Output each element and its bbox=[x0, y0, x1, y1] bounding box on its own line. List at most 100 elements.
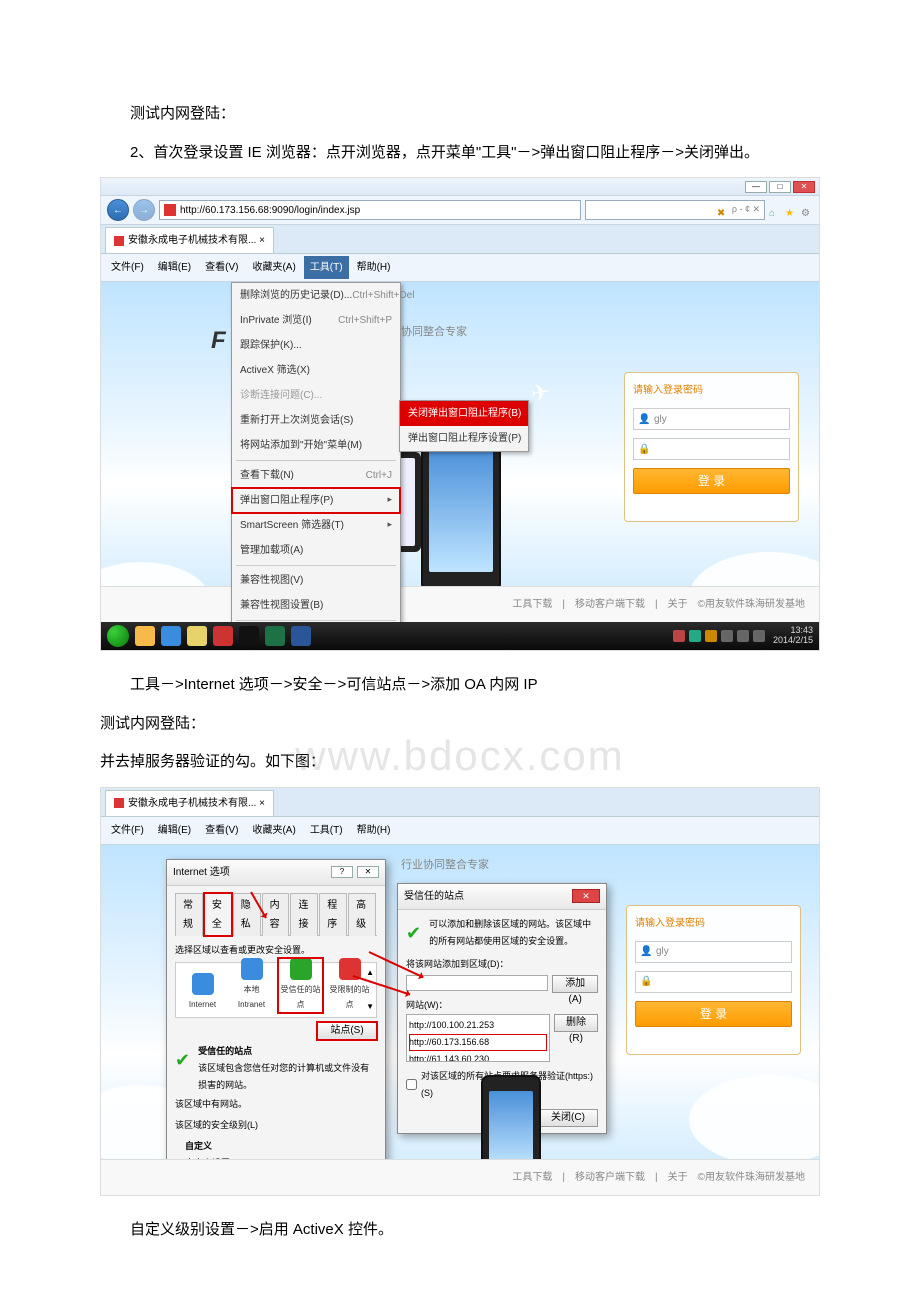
menu-tools[interactable]: 工具(T) bbox=[304, 819, 349, 842]
tab-security[interactable]: 安全 bbox=[204, 893, 232, 936]
search-box[interactable]: ✖ ρ - ¢ ✕ bbox=[585, 200, 765, 220]
maximize-button[interactable]: □ bbox=[769, 181, 791, 193]
close-button[interactable]: ✕ bbox=[572, 889, 600, 903]
home-icon[interactable]: ⌂ bbox=[769, 204, 781, 216]
tools-menu-item[interactable]: ActiveX 筛选(X) bbox=[232, 358, 400, 383]
tools-menu-item[interactable]: 删除浏览的历史记录(D)...Ctrl+Shift+Del bbox=[232, 283, 400, 308]
tab-connections[interactable]: 连接 bbox=[290, 893, 318, 936]
page-tagline: 协同整合专家 bbox=[401, 322, 467, 343]
trusted-intro: 可以添加和删除该区域的网站。该区域中的所有网站都使用区域的安全设置。 bbox=[429, 916, 598, 950]
username-input[interactable]: 👤 gly bbox=[633, 408, 790, 430]
paragraph: 测试内网登陆： bbox=[100, 710, 860, 739]
list-item[interactable]: http://61.143.60.230 bbox=[409, 1054, 489, 1062]
globe-icon bbox=[241, 958, 263, 980]
tools-dropdown: 删除浏览的历史记录(D)...Ctrl+Shift+DelInPrivate 浏… bbox=[231, 282, 401, 622]
footer-link[interactable]: 移动客户端下载 bbox=[575, 595, 645, 614]
checkbox-icon[interactable] bbox=[406, 1079, 417, 1090]
tools-menu-item[interactable]: 管理加载项(A) bbox=[232, 538, 400, 563]
address-bar[interactable]: http://60.173.156.68:9090/login/index.js… bbox=[159, 200, 581, 220]
tray-icon[interactable] bbox=[721, 630, 733, 642]
username-input[interactable]: 👤 gly bbox=[635, 941, 792, 963]
login-button[interactable]: 登 录 bbox=[633, 468, 790, 494]
user-icon: 👤 bbox=[640, 942, 652, 961]
menu-edit[interactable]: 编辑(E) bbox=[152, 256, 197, 279]
tray-icon[interactable] bbox=[673, 630, 685, 642]
lock-icon: 🔒 bbox=[638, 440, 650, 459]
level-label: 该区域的安全级别(L) bbox=[175, 1117, 377, 1134]
tools-menu-item[interactable]: SmartScreen 筛选器(T) bbox=[232, 513, 400, 538]
remove-button[interactable]: 删除(R) bbox=[554, 1014, 598, 1032]
password-input[interactable]: 🔒 bbox=[633, 438, 790, 460]
zone-trusted[interactable]: 受信任的站点 bbox=[278, 958, 323, 1012]
menu-separator bbox=[236, 620, 396, 621]
menu-help[interactable]: 帮助(H) bbox=[351, 819, 397, 842]
taskbar-app-icon[interactable] bbox=[213, 626, 233, 646]
tab-general[interactable]: 常规 bbox=[175, 893, 203, 936]
tools-menu-item[interactable]: 重新打开上次浏览会话(S) bbox=[232, 408, 400, 433]
username-value: gly bbox=[656, 942, 669, 961]
close-button[interactable]: ✕ bbox=[357, 866, 379, 878]
globe-icon bbox=[192, 973, 214, 995]
password-input[interactable]: 🔒 bbox=[635, 971, 792, 993]
taskbar-word-icon[interactable] bbox=[291, 626, 311, 646]
taskbar-ie-icon[interactable] bbox=[161, 626, 181, 646]
zone-internet[interactable]: Internet bbox=[180, 973, 225, 1012]
site-list[interactable]: http://100.100.21.253 http://60.173.156.… bbox=[406, 1014, 550, 1062]
browser-tab[interactable]: 安徽永成电子机械技术有限... × bbox=[105, 790, 274, 816]
taskbar-qq-icon[interactable] bbox=[239, 626, 259, 646]
start-button[interactable] bbox=[107, 625, 129, 647]
list-item[interactable]: http://60.173.156.68 bbox=[409, 1034, 547, 1051]
menu-file[interactable]: 文件(F) bbox=[105, 819, 150, 842]
tab-advanced[interactable]: 高级 bbox=[348, 893, 376, 936]
tray-network-icon[interactable] bbox=[753, 630, 765, 642]
footer-link[interactable]: 关于 bbox=[668, 595, 688, 614]
footer-link[interactable]: 工具下载 bbox=[512, 1168, 552, 1187]
menu-help[interactable]: 帮助(H) bbox=[351, 256, 397, 279]
menu-view[interactable]: 查看(V) bbox=[199, 819, 244, 842]
tray-volume-icon[interactable] bbox=[737, 630, 749, 642]
tools-menu-item[interactable]: 将网站添加到"开始"菜单(M) bbox=[232, 433, 400, 458]
footer-link[interactable]: 关于 bbox=[668, 1168, 688, 1187]
sites-button[interactable]: 站点(S) bbox=[317, 1022, 377, 1040]
menu-tools[interactable]: 工具(T) bbox=[304, 256, 349, 279]
gear-icon[interactable]: ⚙ bbox=[801, 204, 813, 216]
taskbar-explorer-icon[interactable] bbox=[187, 626, 207, 646]
forward-button[interactable]: → bbox=[133, 199, 155, 221]
close-dialog-button[interactable]: 关闭(C) bbox=[538, 1109, 598, 1127]
list-item[interactable]: http://100.100.21.253 bbox=[409, 1020, 494, 1030]
tray-icon[interactable] bbox=[689, 630, 701, 642]
submenu-item-popup-settings[interactable]: 弹出窗口阻止程序设置(P) bbox=[400, 426, 528, 451]
tab-programs[interactable]: 程序 bbox=[319, 893, 347, 936]
trusted-description: 该区域包含您信任对您的计算机或文件没有损害的网站。 bbox=[198, 1063, 369, 1090]
back-button[interactable]: ← bbox=[107, 199, 129, 221]
login-button[interactable]: 登 录 bbox=[635, 1001, 792, 1027]
taskbar-excel-icon[interactable] bbox=[265, 626, 285, 646]
menu-file[interactable]: 文件(F) bbox=[105, 256, 150, 279]
dialog-titlebar: Internet 选项 ? ✕ bbox=[167, 860, 385, 886]
tools-menu-item[interactable]: 弹出窗口阻止程序(P) bbox=[232, 488, 400, 513]
tools-menu-item[interactable]: 查看下载(N)Ctrl+J bbox=[232, 463, 400, 488]
check-icon bbox=[290, 958, 312, 980]
menu-favorites[interactable]: 收藏夹(A) bbox=[246, 819, 301, 842]
menu-view[interactable]: 查看(V) bbox=[199, 256, 244, 279]
phone-illustration bbox=[421, 432, 501, 592]
menu-favorites[interactable]: 收藏夹(A) bbox=[246, 256, 301, 279]
tray-icon[interactable] bbox=[705, 630, 717, 642]
minimize-button[interactable]: — bbox=[745, 181, 767, 193]
close-button[interactable]: ✕ bbox=[793, 181, 815, 193]
zone-intranet[interactable]: 本地 Intranet bbox=[229, 958, 274, 1012]
tools-menu-item[interactable]: InPrivate 浏览(I)Ctrl+Shift+P bbox=[232, 308, 400, 333]
stop-icon: ✖ bbox=[717, 204, 729, 216]
footer-link[interactable]: 移动客户端下载 bbox=[575, 1168, 645, 1187]
submenu-item-close-popup[interactable]: 关闭弹出窗口阻止程序(B) bbox=[400, 401, 528, 426]
tools-menu-item[interactable]: 兼容性视图设置(B) bbox=[232, 593, 400, 618]
browser-tab[interactable]: 安徽永成电子机械技术有限... × bbox=[105, 227, 274, 253]
footer-link[interactable]: 工具下载 bbox=[512, 595, 552, 614]
add-button[interactable]: 添加(A) bbox=[552, 975, 598, 993]
menu-edit[interactable]: 编辑(E) bbox=[152, 819, 197, 842]
taskbar-icon[interactable] bbox=[135, 626, 155, 646]
tools-menu-item[interactable]: 兼容性视图(V) bbox=[232, 568, 400, 593]
tools-menu-item[interactable]: 跟踪保护(K)... bbox=[232, 333, 400, 358]
favorites-icon[interactable]: ★ bbox=[785, 204, 797, 216]
help-button[interactable]: ? bbox=[331, 866, 353, 878]
